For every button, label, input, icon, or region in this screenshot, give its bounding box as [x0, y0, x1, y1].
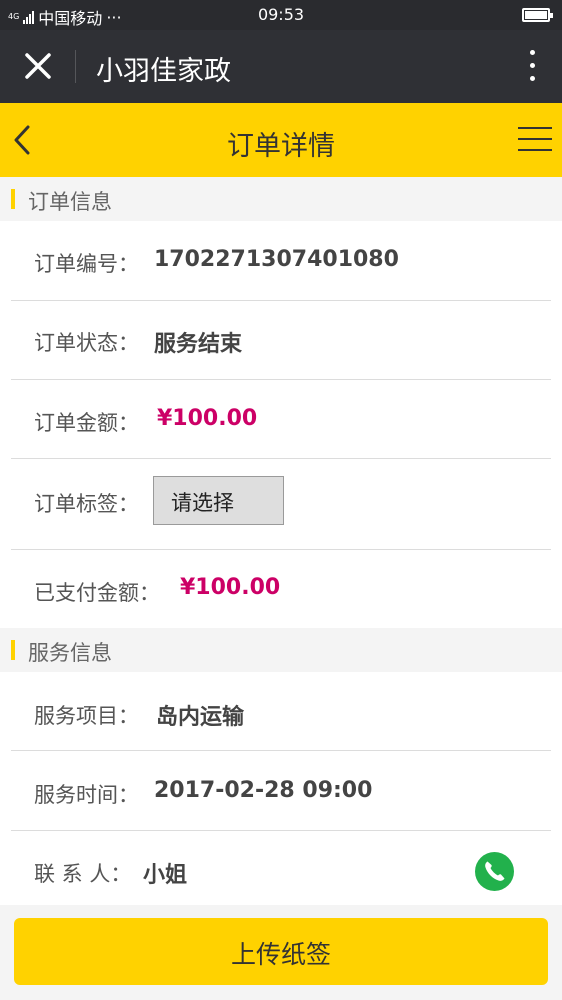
order-number-label: 订单编号： [34, 252, 139, 276]
paid-amount-row: 已支付金额： ¥100.00 [0, 550, 562, 628]
order-amount-row: 订单金额： ¥100.00 [0, 380, 562, 459]
page-header: 订单详情 [0, 103, 562, 177]
battery-icon [522, 8, 553, 22]
section-marker [11, 640, 15, 660]
order-amount-label: 订单金额： [34, 411, 139, 435]
close-icon[interactable] [20, 48, 56, 84]
section-service-info: 服务信息 [0, 628, 562, 672]
service-time-value: 2017-02-28 09:00 [154, 778, 373, 803]
service-time-row: 服务时间： 2017-02-28 09:00 [0, 751, 562, 831]
section-title: 订单信息 [28, 190, 112, 214]
section-order-info: 订单信息 [0, 177, 562, 221]
phone-icon[interactable] [475, 852, 514, 891]
status-bar: 4G 中国移动 ··· 09:53 [0, 0, 562, 30]
app-title: 小羽佳家政 [96, 56, 231, 87]
contact-value: 小姐 [143, 863, 188, 888]
paid-amount-label: 已支付金额： [34, 581, 160, 605]
page-title: 订单详情 [227, 131, 335, 162]
service-item-label: 服务项目： [34, 704, 139, 728]
upload-button[interactable]: 上传纸签 [14, 918, 548, 985]
order-status-label: 订单状态： [34, 331, 139, 355]
order-tag-label: 订单标签： [34, 492, 139, 516]
wechat-titlebar: 小羽佳家政 [0, 30, 562, 103]
contact-label: 联 系 人： [34, 862, 132, 886]
section-marker [11, 189, 15, 209]
order-status-value: 服务结束 [154, 332, 243, 357]
service-time-label: 服务时间： [34, 783, 139, 807]
order-tag-select[interactable]: 请选择 [153, 476, 284, 525]
section-title: 服务信息 [28, 641, 112, 665]
order-amount-value: ¥100.00 [157, 406, 258, 431]
status-time: 09:53 [257, 5, 305, 24]
more-icon[interactable] [528, 50, 536, 84]
order-number-row: 订单编号： 1702271307401080 [0, 221, 562, 301]
menu-icon[interactable] [518, 127, 552, 155]
titlebar-divider [75, 50, 76, 83]
order-status-row: 订单状态： 服务结束 [0, 301, 562, 380]
service-item-value: 岛内运输 [156, 705, 245, 730]
paid-amount-value: ¥100.00 [180, 575, 281, 600]
service-item-row: 服务项目： 岛内运输 [0, 672, 562, 751]
order-number-value: 1702271307401080 [154, 247, 399, 272]
